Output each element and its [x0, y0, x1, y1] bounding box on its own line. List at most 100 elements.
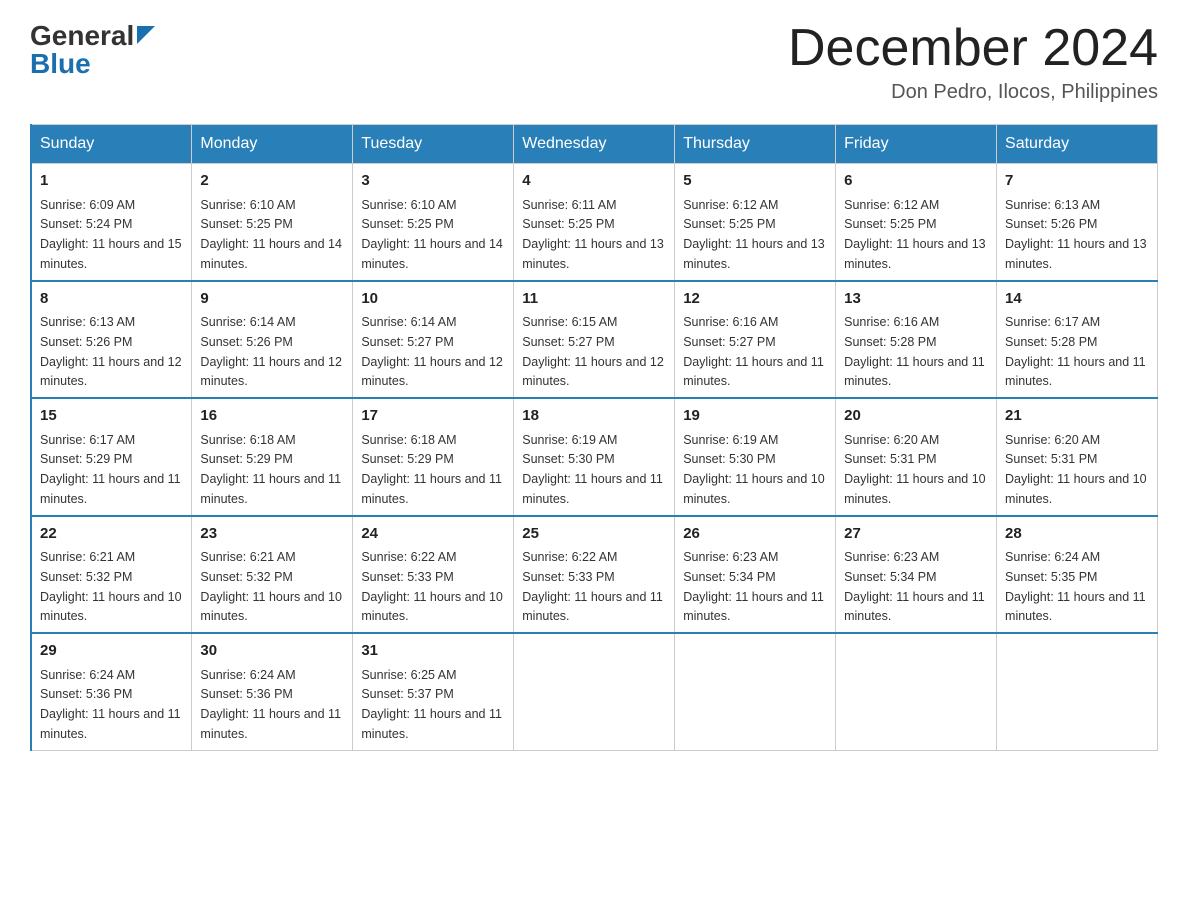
day-number: 26 — [683, 523, 827, 546]
day-number: 6 — [844, 170, 988, 193]
day-number: 28 — [1005, 523, 1149, 546]
day-info: Sunrise: 6:19 AMSunset: 5:30 PMDaylight:… — [522, 433, 663, 506]
calendar-header-row: SundayMondayTuesdayWednesdayThursdayFrid… — [31, 125, 1158, 164]
day-number: 24 — [361, 523, 505, 546]
day-info: Sunrise: 6:11 AMSunset: 5:25 PMDaylight:… — [522, 198, 664, 271]
day-number: 10 — [361, 288, 505, 311]
day-number: 31 — [361, 640, 505, 663]
day-number: 23 — [200, 523, 344, 546]
day-number: 13 — [844, 288, 988, 311]
day-number: 2 — [200, 170, 344, 193]
calendar-cell: 17 Sunrise: 6:18 AMSunset: 5:29 PMDaylig… — [353, 398, 514, 516]
day-number: 7 — [1005, 170, 1149, 193]
calendar-cell: 18 Sunrise: 6:19 AMSunset: 5:30 PMDaylig… — [514, 398, 675, 516]
calendar-cell: 12 Sunrise: 6:16 AMSunset: 5:27 PMDaylig… — [675, 281, 836, 399]
day-info: Sunrise: 6:13 AMSunset: 5:26 PMDaylight:… — [1005, 198, 1147, 271]
day-info: Sunrise: 6:12 AMSunset: 5:25 PMDaylight:… — [683, 198, 825, 271]
calendar-cell: 3 Sunrise: 6:10 AMSunset: 5:25 PMDayligh… — [353, 164, 514, 281]
day-info: Sunrise: 6:15 AMSunset: 5:27 PMDaylight:… — [522, 315, 664, 388]
day-number: 3 — [361, 170, 505, 193]
day-info: Sunrise: 6:17 AMSunset: 5:29 PMDaylight:… — [40, 433, 181, 506]
calendar-cell: 14 Sunrise: 6:17 AMSunset: 5:28 PMDaylig… — [997, 281, 1158, 399]
column-header-tuesday: Tuesday — [353, 125, 514, 164]
day-number: 8 — [40, 288, 183, 311]
location-subtitle: Don Pedro, Ilocos, Philippines — [788, 81, 1158, 104]
day-info: Sunrise: 6:22 AMSunset: 5:33 PMDaylight:… — [522, 550, 663, 623]
day-number: 11 — [522, 288, 666, 311]
calendar-cell — [836, 633, 997, 750]
day-info: Sunrise: 6:24 AMSunset: 5:36 PMDaylight:… — [200, 668, 341, 741]
calendar-cell: 29 Sunrise: 6:24 AMSunset: 5:36 PMDaylig… — [31, 633, 192, 750]
column-header-friday: Friday — [836, 125, 997, 164]
column-header-wednesday: Wednesday — [514, 125, 675, 164]
day-info: Sunrise: 6:19 AMSunset: 5:30 PMDaylight:… — [683, 433, 825, 506]
calendar-week-row: 15 Sunrise: 6:17 AMSunset: 5:29 PMDaylig… — [31, 398, 1158, 516]
page-header: General Blue December 2024 Don Pedro, Il… — [30, 20, 1158, 104]
month-title: December 2024 — [788, 20, 1158, 77]
day-number: 27 — [844, 523, 988, 546]
calendar-week-row: 1 Sunrise: 6:09 AMSunset: 5:24 PMDayligh… — [31, 164, 1158, 281]
calendar-cell: 11 Sunrise: 6:15 AMSunset: 5:27 PMDaylig… — [514, 281, 675, 399]
day-info: Sunrise: 6:18 AMSunset: 5:29 PMDaylight:… — [361, 433, 502, 506]
day-number: 15 — [40, 405, 183, 428]
day-number: 16 — [200, 405, 344, 428]
day-info: Sunrise: 6:16 AMSunset: 5:28 PMDaylight:… — [844, 315, 985, 388]
day-info: Sunrise: 6:20 AMSunset: 5:31 PMDaylight:… — [1005, 433, 1147, 506]
calendar-cell: 23 Sunrise: 6:21 AMSunset: 5:32 PMDaylig… — [192, 516, 353, 634]
day-number: 5 — [683, 170, 827, 193]
calendar-cell: 31 Sunrise: 6:25 AMSunset: 5:37 PMDaylig… — [353, 633, 514, 750]
day-info: Sunrise: 6:16 AMSunset: 5:27 PMDaylight:… — [683, 315, 824, 388]
calendar-cell: 8 Sunrise: 6:13 AMSunset: 5:26 PMDayligh… — [31, 281, 192, 399]
day-info: Sunrise: 6:24 AMSunset: 5:35 PMDaylight:… — [1005, 550, 1146, 623]
calendar-cell: 2 Sunrise: 6:10 AMSunset: 5:25 PMDayligh… — [192, 164, 353, 281]
day-number: 20 — [844, 405, 988, 428]
calendar-cell: 15 Sunrise: 6:17 AMSunset: 5:29 PMDaylig… — [31, 398, 192, 516]
day-info: Sunrise: 6:17 AMSunset: 5:28 PMDaylight:… — [1005, 315, 1146, 388]
calendar-cell: 10 Sunrise: 6:14 AMSunset: 5:27 PMDaylig… — [353, 281, 514, 399]
day-info: Sunrise: 6:21 AMSunset: 5:32 PMDaylight:… — [200, 550, 342, 623]
calendar-cell — [675, 633, 836, 750]
day-info: Sunrise: 6:14 AMSunset: 5:26 PMDaylight:… — [200, 315, 342, 388]
day-info: Sunrise: 6:14 AMSunset: 5:27 PMDaylight:… — [361, 315, 503, 388]
calendar-cell: 19 Sunrise: 6:19 AMSunset: 5:30 PMDaylig… — [675, 398, 836, 516]
calendar-cell — [997, 633, 1158, 750]
logo: General Blue — [30, 20, 155, 80]
day-number: 14 — [1005, 288, 1149, 311]
calendar-week-row: 29 Sunrise: 6:24 AMSunset: 5:36 PMDaylig… — [31, 633, 1158, 750]
calendar-cell — [514, 633, 675, 750]
logo-arrow-icon — [137, 26, 155, 49]
day-number: 18 — [522, 405, 666, 428]
calendar-cell: 6 Sunrise: 6:12 AMSunset: 5:25 PMDayligh… — [836, 164, 997, 281]
day-info: Sunrise: 6:22 AMSunset: 5:33 PMDaylight:… — [361, 550, 503, 623]
day-info: Sunrise: 6:09 AMSunset: 5:24 PMDaylight:… — [40, 198, 182, 271]
calendar-cell: 7 Sunrise: 6:13 AMSunset: 5:26 PMDayligh… — [997, 164, 1158, 281]
day-info: Sunrise: 6:23 AMSunset: 5:34 PMDaylight:… — [844, 550, 985, 623]
day-number: 4 — [522, 170, 666, 193]
column-header-monday: Monday — [192, 125, 353, 164]
logo-blue-text: Blue — [30, 48, 91, 80]
day-info: Sunrise: 6:12 AMSunset: 5:25 PMDaylight:… — [844, 198, 986, 271]
calendar-cell: 25 Sunrise: 6:22 AMSunset: 5:33 PMDaylig… — [514, 516, 675, 634]
day-number: 25 — [522, 523, 666, 546]
calendar-cell: 26 Sunrise: 6:23 AMSunset: 5:34 PMDaylig… — [675, 516, 836, 634]
day-number: 12 — [683, 288, 827, 311]
day-number: 1 — [40, 170, 183, 193]
calendar-cell: 30 Sunrise: 6:24 AMSunset: 5:36 PMDaylig… — [192, 633, 353, 750]
calendar-cell: 5 Sunrise: 6:12 AMSunset: 5:25 PMDayligh… — [675, 164, 836, 281]
calendar-cell: 16 Sunrise: 6:18 AMSunset: 5:29 PMDaylig… — [192, 398, 353, 516]
column-header-sunday: Sunday — [31, 125, 192, 164]
day-info: Sunrise: 6:18 AMSunset: 5:29 PMDaylight:… — [200, 433, 341, 506]
day-info: Sunrise: 6:20 AMSunset: 5:31 PMDaylight:… — [844, 433, 986, 506]
day-info: Sunrise: 6:24 AMSunset: 5:36 PMDaylight:… — [40, 668, 181, 741]
day-info: Sunrise: 6:25 AMSunset: 5:37 PMDaylight:… — [361, 668, 502, 741]
calendar-cell: 22 Sunrise: 6:21 AMSunset: 5:32 PMDaylig… — [31, 516, 192, 634]
calendar-cell: 27 Sunrise: 6:23 AMSunset: 5:34 PMDaylig… — [836, 516, 997, 634]
calendar-cell: 4 Sunrise: 6:11 AMSunset: 5:25 PMDayligh… — [514, 164, 675, 281]
day-number: 19 — [683, 405, 827, 428]
day-number: 30 — [200, 640, 344, 663]
column-header-thursday: Thursday — [675, 125, 836, 164]
calendar-cell: 21 Sunrise: 6:20 AMSunset: 5:31 PMDaylig… — [997, 398, 1158, 516]
calendar-table: SundayMondayTuesdayWednesdayThursdayFrid… — [30, 124, 1158, 751]
day-info: Sunrise: 6:23 AMSunset: 5:34 PMDaylight:… — [683, 550, 824, 623]
title-block: December 2024 Don Pedro, Ilocos, Philipp… — [788, 20, 1158, 104]
